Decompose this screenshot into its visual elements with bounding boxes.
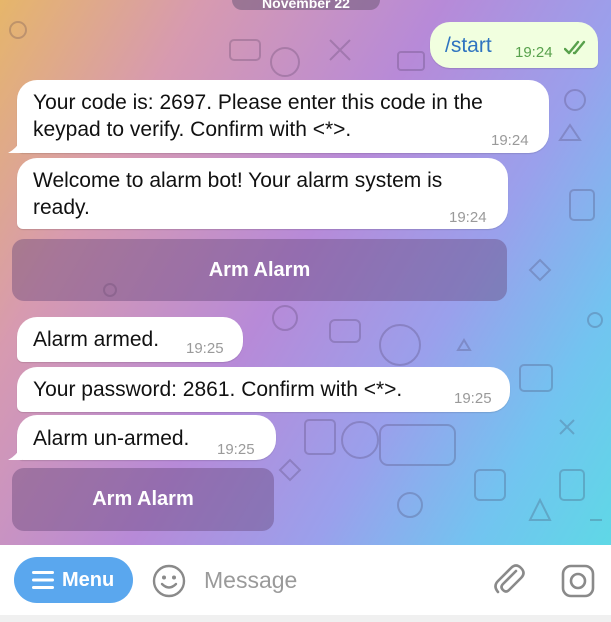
double-check-icon [563, 37, 590, 55]
incoming-message-unarmed: Alarm un-armed. 19:25 [17, 415, 276, 460]
hamburger-icon [32, 571, 54, 589]
message-text: Your password: 2861. Confirm with <*>. [33, 378, 403, 401]
incoming-message-code: Your code is: 2697. Please enter this co… [17, 80, 549, 153]
message-text-line: Welcome to alarm bot! Your alarm system … [33, 169, 443, 192]
bubble-tail [8, 446, 22, 460]
smiley-icon[interactable] [152, 564, 186, 598]
arm-alarm-button[interactable]: Arm Alarm [12, 239, 507, 301]
menu-button-label: Menu [62, 569, 115, 591]
arm-alarm-button-label: Arm Alarm [92, 488, 194, 510]
incoming-message-armed: Alarm armed. 19:25 [17, 317, 243, 362]
message-text: Alarm armed. [33, 328, 160, 351]
message-input[interactable] [204, 563, 474, 597]
outgoing-message-start[interactable]: /start 19:24 [430, 22, 598, 68]
message-text-line: keypad to verify. Confirm with <*>. [33, 118, 352, 141]
incoming-message-welcome: Welcome to alarm bot! Your alarm system … [17, 158, 508, 229]
message-time: 19:24 [491, 132, 529, 149]
message-time: 19:24 [515, 44, 553, 61]
message-time: 19:25 [217, 441, 255, 458]
arm-alarm-button[interactable]: Arm Alarm [12, 468, 274, 531]
camera-icon[interactable] [560, 563, 596, 599]
message-text-line: ready. [33, 196, 90, 219]
message-text-line: Your code is: 2697. Please enter this co… [33, 91, 483, 114]
date-separator: November 22 [232, 0, 380, 10]
bottom-strip [0, 615, 611, 622]
arm-alarm-button-label: Arm Alarm [208, 259, 311, 281]
command-link-start[interactable]: /start [445, 32, 492, 59]
menu-button[interactable]: Menu [14, 557, 133, 603]
paperclip-icon[interactable] [492, 562, 526, 598]
message-time: 19:25 [454, 390, 492, 407]
chat-area[interactable]: November 22 /start 19:24 Your code is: 2… [0, 0, 611, 545]
message-time: 19:24 [449, 209, 487, 226]
message-time: 19:25 [186, 340, 224, 357]
incoming-message-password: Your password: 2861. Confirm with <*>. 1… [17, 367, 510, 412]
message-composer: Menu [0, 545, 611, 615]
message-text: Alarm un-armed. [33, 427, 190, 450]
bubble-tail [8, 139, 22, 153]
